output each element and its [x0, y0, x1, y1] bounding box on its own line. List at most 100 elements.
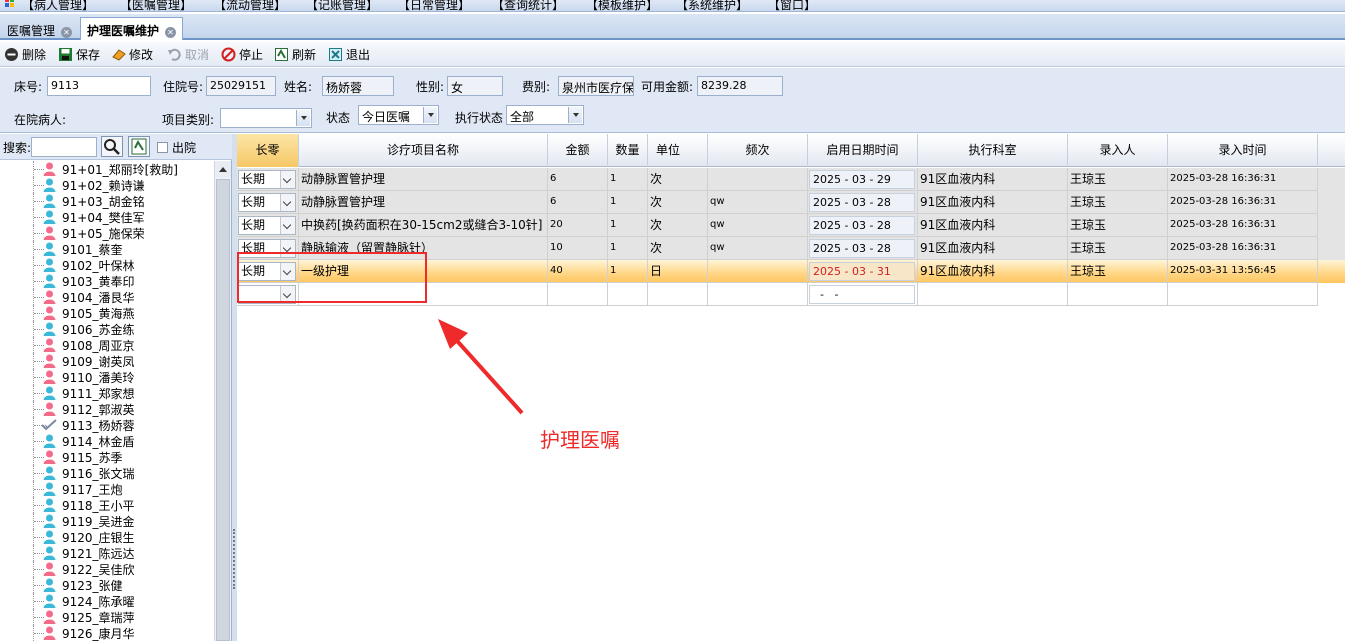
col-header-unit[interactable]: 单位 [648, 134, 708, 167]
menu-template[interactable]: 【模板维护】 [586, 0, 658, 11]
menu-daily-mgmt[interactable]: 【日常管理】 [398, 0, 470, 11]
cell-unit[interactable]: 次 [648, 214, 708, 237]
table-row[interactable]: 长期 中换药[换药面积在30-15cm2或缝合3-10针] 20 1 次 qw 2025 -… [237, 214, 1345, 237]
patient-list-item[interactable]: 9105_黄海燕 [0, 305, 214, 321]
cell-start-time[interactable]: - - [808, 283, 918, 306]
dropdown-arrow-icon[interactable] [296, 110, 310, 126]
menu-window[interactable]: 【窗口】 [768, 0, 816, 11]
cell-amount[interactable]: 40 [548, 260, 608, 283]
cell-qty[interactable]: 1 [608, 260, 648, 283]
patient-list-item[interactable]: 9102_叶保林 [0, 257, 214, 273]
discharged-checkbox[interactable] [157, 142, 168, 153]
patient-list-scrollbar[interactable] [214, 161, 231, 641]
chevron-down-icon[interactable] [280, 194, 295, 211]
patient-list-item[interactable]: 9119_吴进金 [0, 513, 214, 529]
patient-list-item[interactable]: 91+01_郑丽玲[救助] [0, 161, 214, 177]
cell-start-time[interactable]: 2025 - 03 - 31 [808, 260, 918, 283]
cell-unit[interactable]: 次 [648, 168, 708, 191]
menu-system[interactable]: 【系统维护】 [676, 0, 748, 11]
cell-frequency[interactable] [708, 283, 808, 306]
table-row[interactable]: 长期 动静脉置管护理 6 1 次 2025 - 03 - 29 91区血液内科 王琼玉 2025… [237, 168, 1345, 191]
edit-button[interactable]: 修改 [111, 46, 153, 64]
patient-list-item[interactable]: 91+05_施保荣 [0, 225, 214, 241]
refresh-button[interactable]: 刷新 [274, 46, 316, 64]
patient-list-item[interactable]: 9115_苏季 [0, 449, 214, 465]
tab-nursing-order[interactable]: 护理医嘱维护 ✕ [80, 17, 184, 40]
exit-button[interactable]: 退出 [328, 46, 370, 64]
col-header-entered-by[interactable]: 录入人 [1068, 134, 1168, 167]
cell-type[interactable]: 长期 [237, 214, 299, 237]
cell-entered-at[interactable]: 2025-03-31 13:56:45 [1168, 260, 1318, 283]
patient-list-item[interactable]: 9103_黄奉印 [0, 273, 214, 289]
patient-list-item[interactable]: 9122_吴佳欣 [0, 561, 214, 577]
cell-exec-dept[interactable]: 91区血液内科 [918, 260, 1068, 283]
patient-list-item[interactable]: 91+04_樊佳军 [0, 209, 214, 225]
refresh-list-button[interactable] [128, 136, 150, 157]
patient-list-item[interactable]: 9123_张健 [0, 577, 214, 593]
cell-entered-by[interactable] [1068, 283, 1168, 306]
menu-order-mgmt[interactable]: 【医嘱管理】 [120, 0, 192, 11]
cell-amount[interactable] [548, 283, 608, 306]
patient-list-item[interactable]: 9117_王炮 [0, 481, 214, 497]
patient-list-item[interactable]: 9126_康月华 [0, 625, 214, 641]
patient-list-item[interactable]: 9111_郑家想 [0, 385, 214, 401]
start-date-field[interactable]: 2025 - 03 - 28 [809, 216, 915, 235]
start-date-field[interactable]: - - [809, 285, 915, 304]
cell-exec-dept[interactable] [918, 283, 1068, 306]
dropdown-arrow-icon[interactable] [423, 107, 437, 123]
bed-field[interactable]: 9113 [47, 76, 151, 96]
cell-qty[interactable] [608, 283, 648, 306]
menu-patient-mgmt[interactable]: 【病人管理】 [22, 0, 94, 11]
menu-flow-mgmt[interactable]: 【流动管理】 [214, 0, 286, 11]
col-header-qty[interactable]: 数量 [608, 134, 648, 167]
cell-qty[interactable]: 1 [608, 214, 648, 237]
close-icon[interactable]: ✕ [165, 27, 177, 38]
cell-unit[interactable]: 次 [648, 237, 708, 260]
cell-qty[interactable]: 1 [608, 191, 648, 214]
cell-amount[interactable]: 10 [548, 237, 608, 260]
patient-list-item[interactable]: 9101_蔡奎 [0, 241, 214, 257]
cell-entered-at[interactable]: 2025-03-28 16:36:31 [1168, 237, 1318, 260]
patient-list-item[interactable]: 9118_王小平 [0, 497, 214, 513]
dropdown-arrow-icon[interactable] [568, 107, 582, 123]
item-type-select[interactable] [220, 108, 312, 128]
patient-list-item[interactable]: 9112_郭淑英 [0, 401, 214, 417]
stop-button[interactable]: 停止 [221, 46, 263, 64]
cell-entered-at[interactable]: 2025-03-28 16:36:31 [1168, 191, 1318, 214]
patient-list-item[interactable]: 9124_陈承曜 [0, 593, 214, 609]
scroll-thumb[interactable] [216, 179, 230, 641]
cell-entered-at[interactable]: 2025-03-28 16:36:31 [1168, 168, 1318, 191]
start-date-field[interactable]: 2025 - 03 - 31 [809, 262, 915, 281]
cell-start-time[interactable]: 2025 - 03 - 28 [808, 214, 918, 237]
cell-type[interactable]: 长期 [237, 191, 299, 214]
patient-list-item[interactable]: 91+02_赖诗谦 [0, 177, 214, 193]
patient-list-item[interactable]: 9108_周亚京 [0, 337, 214, 353]
cell-amount[interactable]: 6 [548, 168, 608, 191]
patient-list-item[interactable]: 9106_苏金练 [0, 321, 214, 337]
cell-start-time[interactable]: 2025 - 03 - 28 [808, 191, 918, 214]
chevron-down-icon[interactable] [280, 217, 295, 234]
cell-start-time[interactable]: 2025 - 03 - 28 [808, 237, 918, 260]
patient-list-item[interactable]: 9125_章瑞萍 [0, 609, 214, 625]
search-button[interactable] [101, 136, 123, 157]
tab-order-mgmt[interactable]: 医嘱管理 ✕ [0, 17, 79, 40]
col-header-entered-at[interactable]: 录入时间 [1168, 134, 1318, 167]
search-input[interactable] [31, 137, 97, 157]
cell-entered-by[interactable]: 王琼玉 [1068, 168, 1168, 191]
cell-unit[interactable]: 次 [648, 191, 708, 214]
col-header-type[interactable]: 长零 [237, 134, 299, 167]
cell-frequency[interactable] [708, 260, 808, 283]
close-icon[interactable]: ✕ [61, 27, 73, 38]
table-row[interactable]: 长期 动静脉置管护理 6 1 次 qw 2025 - 03 - 28 91区血液内科 王琼玉 20… [237, 191, 1345, 214]
patient-list-item[interactable]: 9120_庄银生 [0, 529, 214, 545]
menu-query-stats[interactable]: 【查询统计】 [492, 0, 564, 11]
cell-entered-at[interactable] [1168, 283, 1318, 306]
cancel-button[interactable]: 取消 [167, 46, 209, 64]
exec-status-select[interactable]: 全部 [506, 105, 584, 125]
cell-item-name[interactable]: 动静脉置管护理 [299, 191, 548, 214]
cell-amount[interactable]: 6 [548, 191, 608, 214]
patient-list-item[interactable]: 9109_谢英凤 [0, 353, 214, 369]
cell-item-name[interactable]: 中换药[换药面积在30-15cm2或缝合3-10针] [299, 214, 548, 237]
patient-list-item[interactable]: 9110_潘美玲 [0, 369, 214, 385]
cell-exec-dept[interactable]: 91区血液内科 [918, 191, 1068, 214]
